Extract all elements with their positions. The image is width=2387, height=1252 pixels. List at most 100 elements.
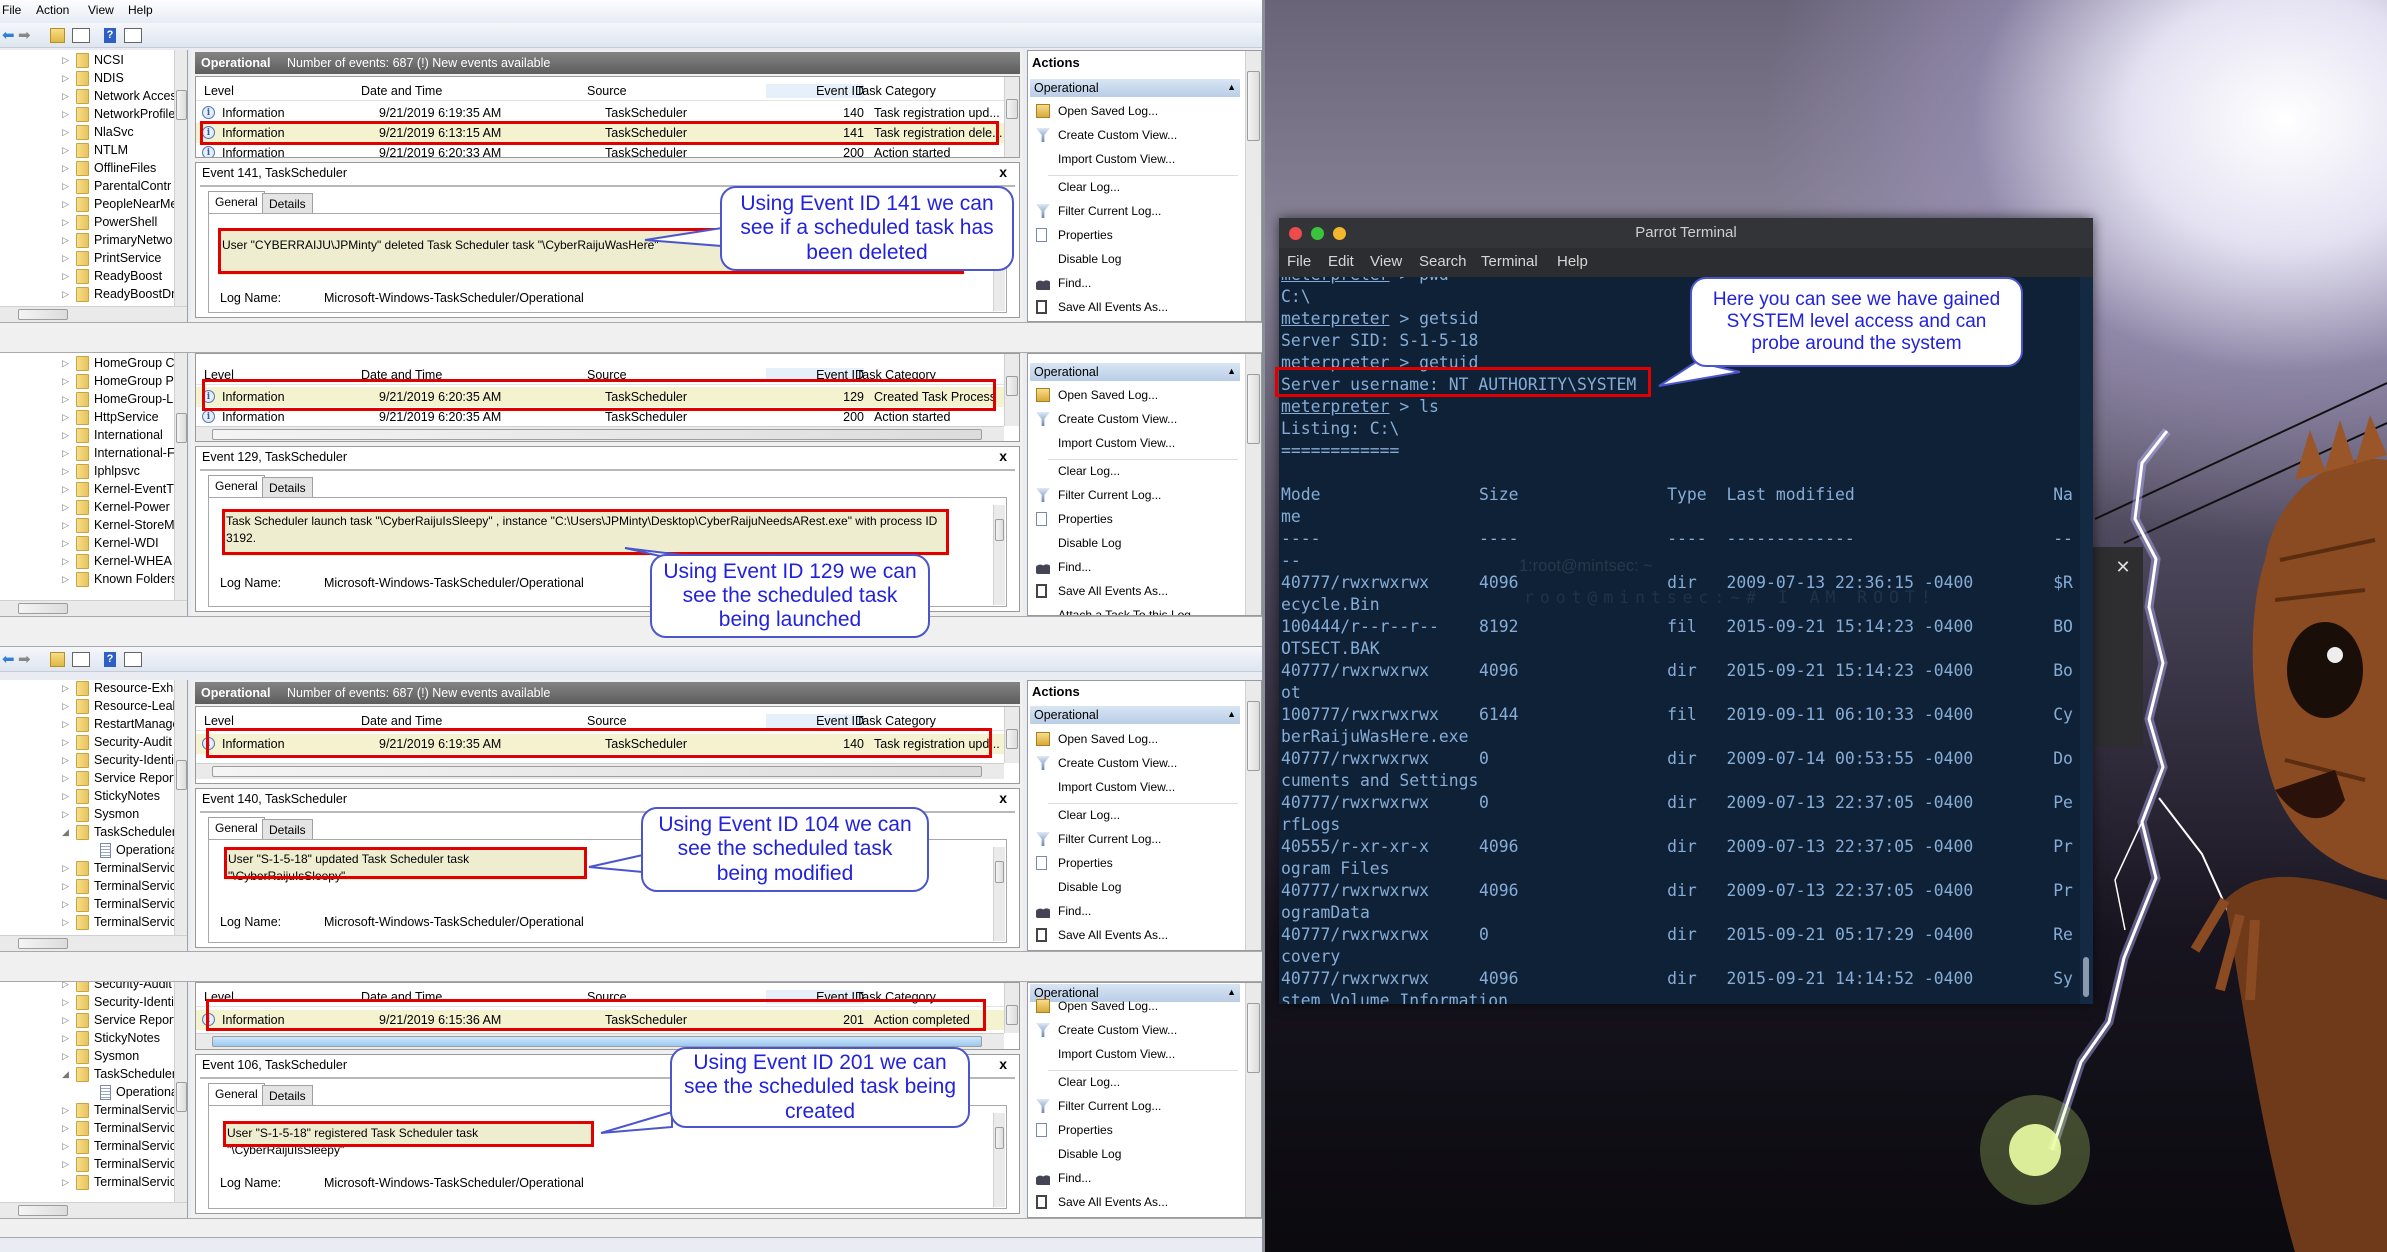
table-row[interactable]: i Information 9/21/2019 6:20:33 AM TaskSche…	[196, 143, 1004, 157]
scroll-thumb[interactable]	[176, 1082, 187, 1112]
collapsed-arrow-icon[interactable]: ▷	[62, 376, 69, 387]
scroll-thumb[interactable]	[18, 938, 68, 949]
tab-general[interactable]: General	[208, 191, 265, 214]
scroll-thumb[interactable]	[212, 766, 982, 777]
collapsed-arrow-icon[interactable]: ▷	[62, 899, 69, 910]
table-row[interactable]: i Information 9/21/2019 6:15:36 AM TaskSche…	[196, 1010, 1004, 1030]
collapsed-arrow-icon[interactable]: ▷	[62, 199, 69, 210]
expanded-arrow-icon[interactable]: ◢	[62, 827, 69, 838]
menu-help[interactable]: Help	[1557, 253, 1588, 270]
close-icon[interactable]: x	[999, 164, 1007, 180]
collapsed-arrow-icon[interactable]: ▷	[62, 520, 69, 531]
actions-scrollbar[interactable]	[1245, 354, 1261, 615]
console-tree-icon[interactable]	[72, 652, 90, 667]
actions-section-operational[interactable]: Operational ▲	[1030, 706, 1240, 724]
action-filter-current-log[interactable]: Filter Current Log...	[1028, 829, 1243, 849]
column-header[interactable]: Date and Time	[361, 84, 442, 98]
scroll-thumb[interactable]	[1247, 701, 1260, 771]
scroll-thumb[interactable]	[995, 1127, 1004, 1149]
tree-item[interactable]: ▷ Resource-Exha	[0, 680, 187, 698]
action-disable-log[interactable]: Disable Log	[1028, 1144, 1243, 1164]
tab-details[interactable]: Details	[262, 1085, 313, 1105]
action-clear-log[interactable]: Clear Log...	[1028, 1072, 1243, 1092]
action-clear-log[interactable]: Clear Log...	[1028, 805, 1243, 825]
tree-item[interactable]: ▷ Sysmon	[0, 806, 187, 824]
menu-terminal[interactable]: Terminal	[1481, 253, 1538, 270]
action-save-all-events-as[interactable]: Save All Events As...	[1028, 297, 1243, 317]
action-open-saved-log[interactable]: Open Saved Log...	[1028, 385, 1243, 405]
tree-item[interactable]: ▷ HomeGroup C	[0, 355, 187, 373]
collapsed-arrow-icon[interactable]: ▷	[62, 755, 69, 766]
maximize-button[interactable]	[1311, 227, 1324, 240]
table-row[interactable]: i Information 9/21/2019 6:19:35 AM TaskSche…	[196, 103, 1004, 123]
tree-item[interactable]: ▷ TerminalServic	[0, 878, 187, 896]
action-properties[interactable]: Properties	[1028, 225, 1243, 245]
collapsed-arrow-icon[interactable]: ▷	[62, 466, 69, 477]
minimize-button[interactable]	[1333, 227, 1346, 240]
forward-icon[interactable]: ➡	[18, 26, 33, 44]
action-find[interactable]: Find...	[1028, 557, 1243, 577]
column-header[interactable]: Task Category	[856, 714, 936, 728]
tree-item[interactable]: ▷ PowerShell	[0, 214, 187, 232]
action-attach-a-task-to-this-log[interactable]: Attach a Task To this Log...	[1028, 949, 1243, 950]
tree-item[interactable]: ▷ Security-Identi	[0, 752, 187, 770]
action-disable-log[interactable]: Disable Log	[1028, 877, 1243, 897]
table-vertical-scrollbar[interactable]	[1004, 707, 1019, 763]
tree-item[interactable]: ▷ Kernel-WHEA	[0, 553, 187, 571]
scroll-thumb[interactable]	[176, 760, 187, 790]
tree-item[interactable]: ▷ TerminalServic	[0, 1138, 187, 1156]
collapsed-arrow-icon[interactable]: ▷	[62, 289, 69, 300]
tree-item[interactable]: ▷ Service Report	[0, 770, 187, 788]
collapsed-arrow-icon[interactable]: ▷	[62, 737, 69, 748]
collapsed-arrow-icon[interactable]: ▷	[62, 538, 69, 549]
tree-item[interactable]: ▷ Iphlpsvc	[0, 463, 187, 481]
column-header[interactable]: Task Category	[856, 84, 936, 98]
collapsed-arrow-icon[interactable]: ▷	[62, 502, 69, 513]
action-save-all-events-as[interactable]: Save All Events As...	[1028, 925, 1243, 945]
collapsed-arrow-icon[interactable]: ▷	[62, 145, 69, 156]
action-import-custom-view[interactable]: Import Custom View...	[1028, 149, 1243, 169]
collapsed-arrow-icon[interactable]: ▷	[62, 1015, 69, 1026]
tree-item[interactable]: ▷ ReadyBoostDri	[0, 286, 187, 304]
collapsed-arrow-icon[interactable]: ▷	[62, 484, 69, 495]
help-icon[interactable]: ?	[104, 28, 116, 43]
action-find[interactable]: Find...	[1028, 901, 1243, 921]
column-header[interactable]: Task Category	[856, 368, 936, 382]
collapsed-arrow-icon[interactable]: ▷	[62, 217, 69, 228]
collapsed-arrow-icon[interactable]: ▷	[62, 1105, 69, 1116]
column-header[interactable]: Source	[587, 990, 627, 1004]
column-header[interactable]: Source	[587, 368, 627, 382]
column-header[interactable]: Date and Time	[361, 990, 442, 1004]
collapsed-arrow-icon[interactable]: ▷	[62, 809, 69, 820]
column-header[interactable]: Date and Time	[361, 714, 442, 728]
scroll-thumb[interactable]	[212, 1036, 982, 1047]
tree-horizontal-scrollbar[interactable]	[0, 935, 187, 951]
collapse-icon[interactable]: ▲	[1227, 366, 1236, 376]
console-tree-icon[interactable]	[72, 28, 90, 43]
actions-scrollbar[interactable]	[1245, 681, 1261, 950]
table-row[interactable]: i Information 9/21/2019 6:20:35 AM TaskSche…	[196, 407, 1004, 427]
collapsed-arrow-icon[interactable]: ▷	[62, 1141, 69, 1152]
tree-item[interactable]: ▷ Security-Audit	[0, 982, 187, 994]
scroll-thumb[interactable]	[1006, 99, 1018, 119]
tree-vertical-scrollbar[interactable]	[174, 680, 187, 935]
tree-horizontal-scrollbar[interactable]	[0, 600, 187, 616]
menu-help[interactable]: Help	[128, 3, 153, 17]
menu-view[interactable]: View	[88, 3, 114, 17]
tree-item[interactable]: ▷ NCSI	[0, 52, 187, 70]
action-find[interactable]: Find...	[1028, 1168, 1243, 1188]
tree-item[interactable]: Operational	[0, 1084, 187, 1102]
action-import-custom-view[interactable]: Import Custom View...	[1028, 1044, 1243, 1064]
action-attach-a-task-to-this-log[interactable]: Attach a Task To this Log...	[1028, 1216, 1243, 1217]
actions-scrollbar[interactable]	[1245, 983, 1261, 1217]
collapsed-arrow-icon[interactable]: ▷	[62, 430, 69, 441]
close-icon[interactable]: x	[999, 790, 1007, 806]
tree-item[interactable]: ▷ HttpService	[0, 409, 187, 427]
collapsed-arrow-icon[interactable]: ▷	[62, 863, 69, 874]
tree-item[interactable]: ▷ TerminalServic	[0, 896, 187, 914]
tree-item[interactable]: ◢ TaskScheduler	[0, 1066, 187, 1084]
action-import-custom-view[interactable]: Import Custom View...	[1028, 433, 1243, 453]
tree-item[interactable]: ▷ TerminalServic	[0, 1120, 187, 1138]
action-save-all-events-as[interactable]: Save All Events As...	[1028, 581, 1243, 601]
close-icon[interactable]: x	[999, 1056, 1007, 1072]
